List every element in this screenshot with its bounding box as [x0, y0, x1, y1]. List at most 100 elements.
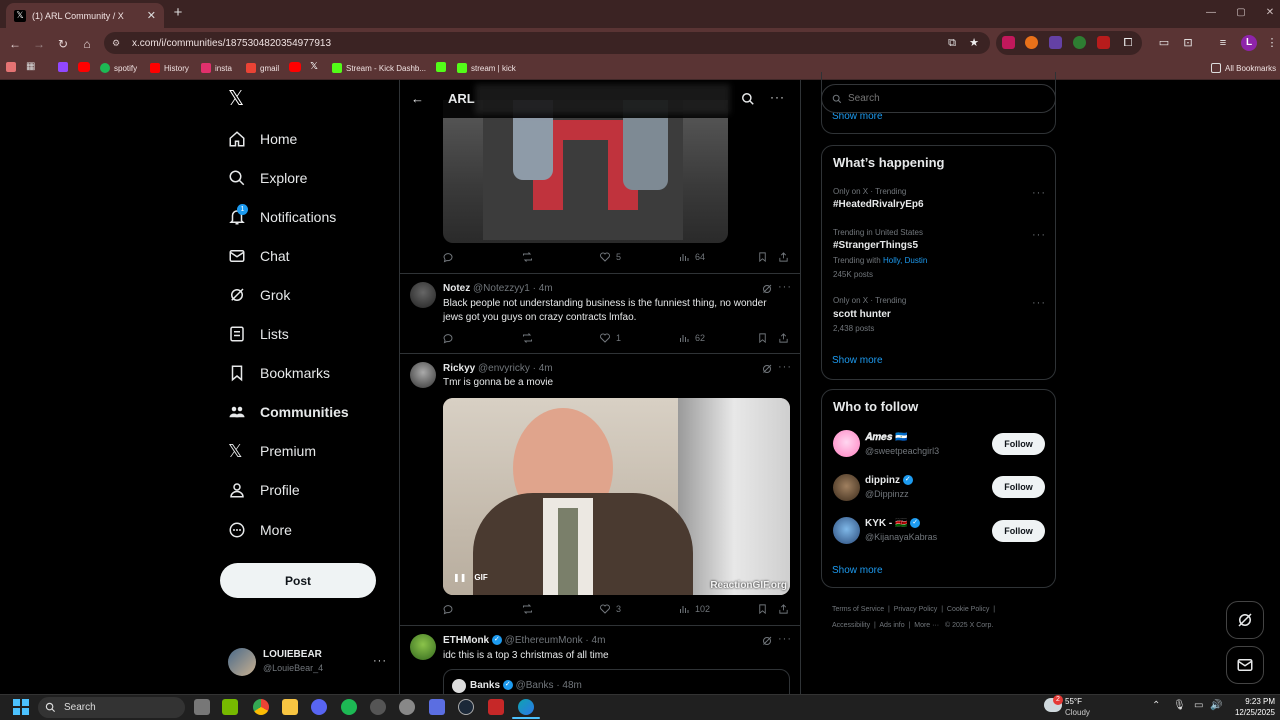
grok-tweet-icon[interactable]	[761, 363, 773, 375]
address-bar[interactable]: ⚙ x.com/i/communities/187530482035497791…	[104, 32, 990, 54]
site-info-icon[interactable]: ⚙	[112, 38, 124, 48]
post-button[interactable]: Post	[220, 563, 376, 598]
minimize-icon[interactable]: —	[1203, 6, 1219, 20]
trend-more-icon[interactable]: ···	[1032, 229, 1046, 241]
windows-start-icon[interactable]	[13, 699, 29, 715]
trend-name[interactable]: scott hunter	[833, 309, 891, 320]
reply-button[interactable]	[442, 251, 459, 263]
pause-icon[interactable]: ❚❚	[453, 573, 466, 582]
nav-lists[interactable]: Lists	[228, 321, 289, 347]
bookmark-kick-dashboard[interactable]: Stream - Kick Dashb...	[332, 61, 426, 75]
spotify-app-icon[interactable]	[341, 699, 357, 715]
youtube-bookmark-icon[interactable]	[78, 62, 90, 72]
bookmark-history[interactable]: History	[150, 61, 189, 75]
display-icon[interactable]: ▭	[1194, 700, 1203, 711]
follow-name[interactable]: KYK - 🇰🇪	[865, 518, 907, 529]
trend-related-link[interactable]: Holly, Dustin	[883, 256, 927, 265]
like-button[interactable]: 1	[599, 332, 621, 344]
browser-tab[interactable]: 𝕏 (1) ARL Community / X ✕	[6, 3, 164, 28]
nav-communities[interactable]: Communities	[228, 399, 349, 425]
nvidia-app-icon[interactable]	[222, 699, 238, 715]
browser-menu-icon[interactable]: ⋮	[1264, 35, 1280, 51]
kick-bookmark-icon[interactable]	[436, 62, 446, 72]
extension-icon[interactable]	[1073, 36, 1086, 49]
extension-icon[interactable]	[1097, 36, 1110, 49]
chrome-app-icon[interactable]	[253, 699, 269, 715]
follow-name[interactable]: 𝑨𝒎𝒆𝒔 🇳🇮	[865, 432, 908, 443]
account-more-icon[interactable]: ···	[373, 655, 387, 667]
follow-avatar[interactable]	[833, 430, 860, 457]
bookmark-button[interactable]	[757, 332, 768, 344]
nav-explore[interactable]: Explore	[228, 165, 307, 191]
search-icon[interactable]	[741, 92, 755, 106]
maximize-icon[interactable]: ▢	[1233, 6, 1249, 20]
ublock-extension-icon[interactable]	[1002, 36, 1015, 49]
trend-more-icon[interactable]: ···	[1032, 187, 1046, 199]
follow-avatar[interactable]	[833, 517, 860, 544]
file-explorer-icon[interactable]	[282, 699, 298, 715]
retweet-button[interactable]	[521, 603, 539, 615]
x-bookmark-icon[interactable]: 𝕏	[310, 61, 318, 72]
media-controls-icon[interactable]: ≡	[1215, 35, 1231, 51]
discord-app-icon[interactable]	[311, 699, 327, 715]
community-timeline[interactable]: 5 64 Notez @Notezzyy1 · 4m ··· Black peo…	[399, 80, 801, 694]
like-button[interactable]: 3	[599, 603, 621, 615]
bookmark-stream-kick[interactable]: stream | kick	[457, 61, 516, 75]
game-app-icon[interactable]	[429, 699, 445, 715]
steam-app-icon[interactable]	[458, 699, 474, 715]
tweet-gif-media[interactable]: ❚❚ GIF ReactionGIF.org	[443, 398, 790, 595]
views-button[interactable]: 102	[678, 603, 710, 615]
retweet-button[interactable]	[521, 332, 539, 344]
bookmark-gmail[interactable]: gmail	[246, 61, 279, 75]
tweet-author-handle[interactable]: @EthereumMonk	[505, 635, 583, 646]
back-icon[interactable]: ←	[7, 36, 23, 52]
follow-avatar[interactable]	[833, 474, 860, 501]
twitch-extension-icon[interactable]	[1049, 36, 1062, 49]
share-button[interactable]	[778, 251, 789, 263]
nav-profile[interactable]: Profile	[228, 477, 300, 503]
share-button[interactable]	[778, 332, 789, 344]
quote-tweet[interactable]: Banks ✓ @Banks · 48m	[443, 669, 790, 694]
clock-date[interactable]: 12/25/2025	[1230, 708, 1275, 717]
edge-app-icon[interactable]	[518, 699, 534, 715]
back-arrow-icon[interactable]: ←	[411, 91, 424, 106]
nav-grok[interactable]: Grok	[228, 282, 290, 308]
volume-icon[interactable]: 🔊	[1210, 700, 1222, 711]
tweet-avatar[interactable]	[410, 634, 436, 660]
grok-tweet-icon[interactable]	[761, 635, 773, 647]
home-icon[interactable]: ⌂	[79, 36, 95, 52]
tweet-author-name[interactable]: ETHMonk	[443, 635, 489, 646]
youtube-bookmark-icon[interactable]	[289, 62, 301, 72]
footer-link[interactable]: Terms of Service	[832, 606, 884, 613]
twitch-bookmark-icon[interactable]	[58, 62, 68, 72]
tweet-author-handle[interactable]: @Notezzyy1	[473, 283, 530, 294]
footer-link[interactable]: Privacy Policy	[894, 606, 938, 613]
footer-link[interactable]: Ads info	[879, 622, 904, 629]
app-icon[interactable]	[370, 699, 386, 715]
tweet-avatar[interactable]	[410, 362, 436, 388]
reading-list-icon[interactable]: ▭	[1156, 35, 1172, 51]
header-more-icon[interactable]: ···	[770, 90, 785, 104]
clock-time[interactable]: 9:23 PM	[1230, 697, 1275, 706]
apps-icon[interactable]	[6, 62, 16, 72]
tweet-media-image[interactable]	[443, 100, 728, 243]
footer-link[interactable]: Accessibility	[832, 622, 870, 629]
install-app-icon[interactable]: ⧉	[944, 35, 960, 51]
app-icon[interactable]	[488, 699, 504, 715]
grok-floating-button[interactable]	[1226, 601, 1264, 639]
follow-name[interactable]: dippinz	[865, 475, 900, 486]
grok-tweet-icon[interactable]	[761, 283, 773, 295]
footer-link[interactable]: More ···	[914, 622, 939, 629]
new-tab-icon[interactable]: +	[170, 5, 186, 21]
nav-bookmarks[interactable]: Bookmarks	[228, 360, 330, 386]
search-input[interactable]	[848, 93, 1038, 104]
tweet-author-handle[interactable]: @envyricky	[478, 363, 530, 374]
nav-notifications[interactable]: 1 Notifications	[228, 204, 336, 230]
extension-icon[interactable]	[1025, 36, 1038, 49]
tab-search-icon[interactable]: ⊡	[1180, 35, 1196, 51]
microphone-icon[interactable]: 🎙	[1173, 700, 1186, 711]
forward-icon[interactable]: →	[31, 36, 47, 52]
nav-premium[interactable]: 𝕏 Premium	[228, 438, 316, 464]
extensions-puzzle-icon[interactable]: ⧠	[1120, 35, 1136, 51]
tweet-author-name[interactable]: Notez	[443, 283, 470, 294]
